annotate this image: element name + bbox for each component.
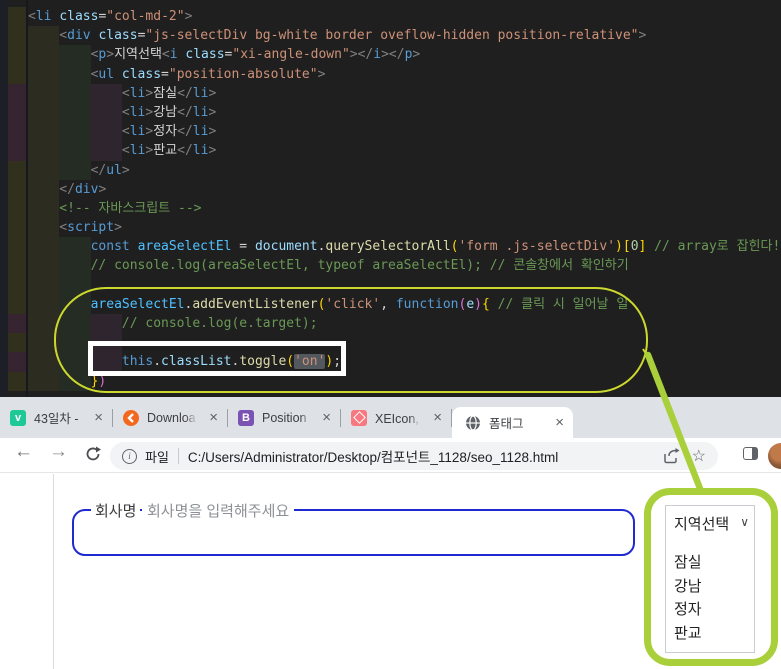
annotation-highlight-rect	[644, 488, 778, 666]
velog-favicon-icon: v	[10, 409, 26, 426]
share-icon[interactable]	[663, 448, 680, 464]
code-line: <div class="js-selectDiv bg-white border…	[0, 26, 781, 46]
code-line: </ul>	[0, 160, 781, 180]
code-line: <!-- 자바스크립트 -->	[0, 198, 781, 219]
tab-close-icon[interactable]: ×	[433, 410, 442, 425]
browser-tab[interactable]: XEIcon, 드 ×	[341, 397, 451, 438]
annotation-box	[88, 341, 346, 376]
code-editor[interactable]: <li class="col-md-2"> <div class="js-sele…	[0, 0, 781, 397]
tab-title: Position	[262, 410, 314, 425]
tab-title: Downloa	[147, 410, 199, 425]
download-favicon-icon	[123, 409, 139, 426]
page-info-icon[interactable]: i	[122, 448, 137, 464]
address-bar[interactable]: i 파일 C:/Users/Administrator/Desktop/컴포넌트…	[110, 442, 718, 470]
browser-tab[interactable]: v 43일차 - ×	[0, 397, 112, 438]
code-line: <li>잠실</li>	[0, 83, 781, 103]
tab-close-icon[interactable]: ×	[555, 415, 564, 430]
bookmark-star-icon[interactable]: ☆	[692, 446, 706, 466]
tab-title: XEIcon, 드	[375, 408, 423, 427]
omnibox-divider	[177, 448, 179, 464]
company-name-input[interactable]: 회사명 회사명을 입력해주세요	[72, 500, 635, 556]
bootstrap-favicon-icon: B	[238, 409, 254, 426]
code-line: </div>	[0, 179, 781, 199]
container-border	[53, 474, 54, 669]
company-name-legend: 회사명	[91, 500, 141, 521]
side-panel-icon[interactable]	[743, 447, 758, 460]
code-line: // console.log(areaSelectEl, typeof area…	[0, 256, 781, 276]
tab-title: 43일차 -	[34, 412, 79, 426]
annotation-oval	[54, 287, 648, 393]
url-text: C:/Users/Administrator/Desktop/컴포넌트_1128…	[187, 450, 559, 465]
tab-close-icon[interactable]: ×	[322, 410, 331, 425]
code-line: <li>강남</li>	[0, 102, 781, 123]
url-scheme-label: 파일	[145, 449, 169, 465]
code-line: <ul class="position-absolute">	[0, 64, 781, 84]
browser-toolbar: ← → i 파일 C:/Users/Administrator/Desktop/…	[0, 438, 781, 473]
code-line: const areaSelectEl = document.querySelec…	[0, 237, 781, 257]
browser-tab-active[interactable]: 폼태그 ×	[452, 407, 573, 438]
tab-close-icon[interactable]: ×	[209, 410, 218, 425]
browser-tab[interactable]: Downloa ×	[113, 397, 227, 438]
browser-tab-strip: v 43일차 - × Downloa × B Position × XEIcon, 드 × 폼태그 ×…	[0, 397, 781, 438]
company-name-placeholder: 회사명을 입력해주세요	[142, 500, 295, 521]
code-line: <li class="col-md-2">	[0, 7, 781, 27]
code-line: <script>	[0, 218, 781, 238]
browser-tab[interactable]: B Position ×	[228, 397, 340, 438]
reload-button[interactable]	[84, 445, 102, 463]
xeicon-favicon-icon	[351, 409, 367, 426]
screenshot-root: <li class="col-md-2"> <div class="js-sele…	[0, 0, 781, 669]
browser-tabs: v 43일차 - × Downloa × B Position × XEIcon, 드 × 폼태그 ×	[0, 397, 573, 438]
code-line: <li>정자</li>	[0, 122, 781, 142]
profile-avatar[interactable]	[768, 443, 781, 469]
code-line: <li>판교</li>	[0, 141, 781, 161]
code-line: <p>지역선택<i class="xi-angle-down"></i></p>	[0, 45, 781, 65]
back-button[interactable]: ←	[14, 441, 33, 463]
page-content: 회사명 회사명을 입력해주세요 지역선택 ∨ 잠실 강남 정자 판교	[0, 473, 781, 669]
forward-button[interactable]: →	[49, 441, 68, 463]
globe-favicon-icon	[465, 414, 481, 431]
tab-close-icon[interactable]: ×	[94, 410, 103, 425]
tab-title: 폼태그	[489, 417, 524, 431]
